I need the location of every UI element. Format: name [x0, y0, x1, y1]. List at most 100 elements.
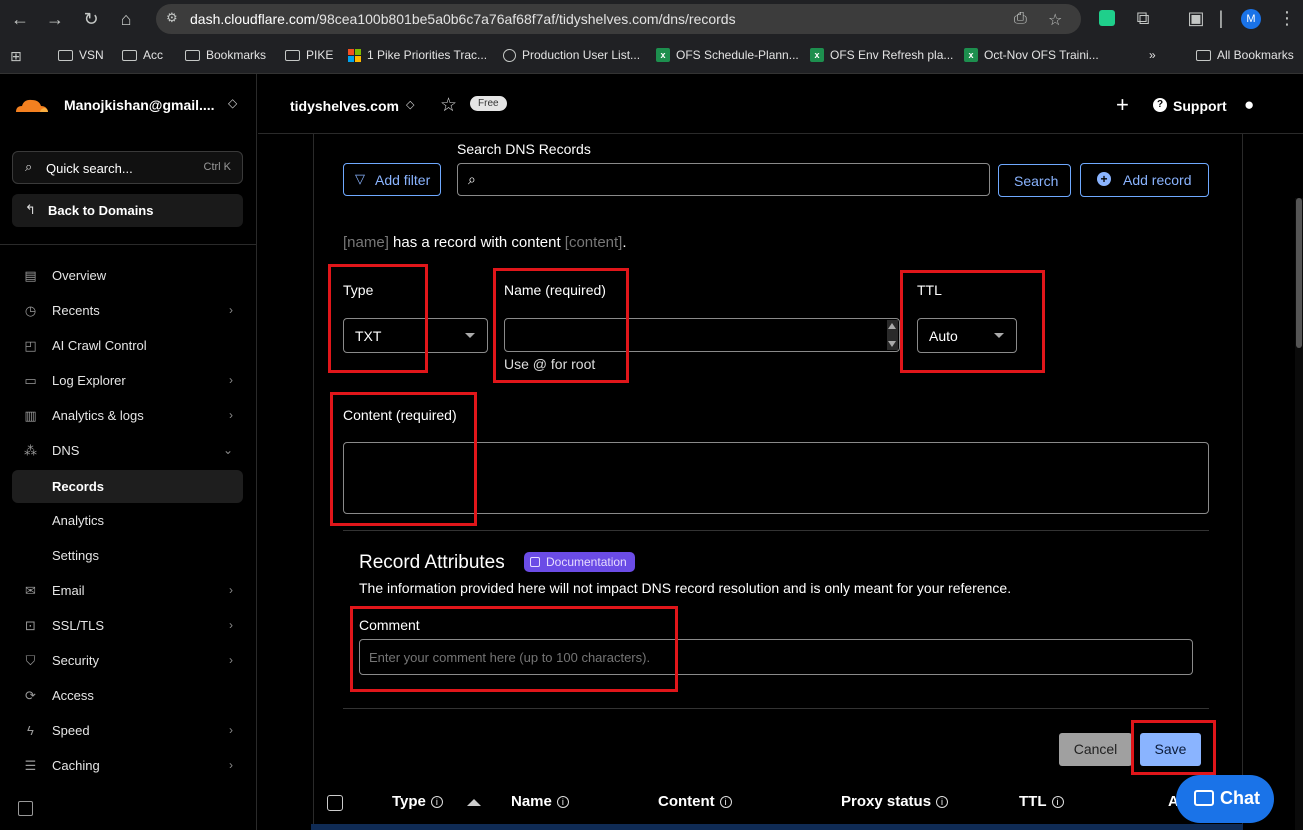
- sidebar-item-access[interactable]: ⟳ Access: [12, 679, 243, 712]
- sort-ascending-icon[interactable]: [467, 799, 481, 806]
- add-filter-button[interactable]: ▽ Add filter: [343, 163, 441, 196]
- bookmark-all-bookmarks[interactable]: All Bookmarks: [1196, 48, 1294, 62]
- chevron-right-icon: ›: [229, 303, 233, 317]
- sidebar-item-dns[interactable]: ⁂ DNS ⌄: [12, 434, 243, 467]
- home-icon[interactable]: ⌂: [114, 7, 138, 31]
- plan-badge: Free: [470, 96, 507, 111]
- sidebar-item-dns-analytics[interactable]: Analytics: [12, 504, 243, 537]
- reload-icon[interactable]: ↻: [79, 7, 103, 31]
- document-icon: ▤: [24, 268, 37, 283]
- bookmark-acc[interactable]: Acc: [122, 48, 163, 62]
- browser-toolbar: ← → ↻ ⌂ ⚙ dash.cloudflare.com/98cea100b8…: [0, 0, 1303, 38]
- search-button[interactable]: Search: [998, 164, 1071, 197]
- back-label: Back to Domains: [48, 203, 154, 218]
- add-icon[interactable]: +: [1116, 92, 1129, 118]
- sidebar-item-speed[interactable]: ϟ Speed ›: [12, 714, 243, 747]
- annotation-name: [493, 268, 629, 383]
- plus-circle-icon: +: [1097, 172, 1111, 186]
- chevron-up-down-icon[interactable]: ◇: [406, 98, 414, 111]
- add-record-button[interactable]: + Add record: [1080, 163, 1209, 197]
- search-icon: ⌕: [25, 159, 33, 174]
- collapse-sidebar-icon[interactable]: [18, 801, 33, 816]
- sidebar-item-dns-settings[interactable]: Settings: [12, 539, 243, 572]
- sidebar-item-caching[interactable]: ☰ Caching ›: [12, 749, 243, 782]
- sidebar-item-ai-crawl-control[interactable]: ◰ AI Crawl Control: [12, 329, 243, 362]
- search-dns-input[interactable]: ⌕: [457, 163, 990, 196]
- lightning-icon: ϟ: [27, 723, 34, 738]
- column-header-name[interactable]: Name i: [511, 793, 569, 810]
- chat-button[interactable]: Chat: [1176, 775, 1274, 823]
- info-icon: i: [556, 796, 569, 808]
- cloudflare-logo-icon: [16, 99, 48, 112]
- sidebar-item-log-explorer[interactable]: ▭ Log Explorer ›: [12, 364, 243, 397]
- browser-menu-icon[interactable]: ⋮: [1275, 6, 1299, 30]
- excel-icon: x: [964, 48, 978, 62]
- profile-avatar[interactable]: M: [1241, 9, 1261, 29]
- bookmark-ofs-env-refresh[interactable]: x OFS Env Refresh pla...: [810, 48, 953, 62]
- zone-name[interactable]: tidyshelves.com: [290, 98, 399, 114]
- sidebar-item-ssl-tls[interactable]: ⊡ SSL/TLS ›: [12, 609, 243, 642]
- favorite-star-icon[interactable]: ☆: [440, 94, 457, 117]
- chevron-right-icon: ›: [229, 583, 233, 597]
- chevron-up-down-icon[interactable]: ◇: [228, 96, 237, 110]
- bookmark-pike[interactable]: PIKE: [285, 48, 333, 62]
- sidebar-item-security[interactable]: ⛉ Security ›: [12, 644, 243, 677]
- folder-icon: [58, 49, 73, 61]
- address-bar[interactable]: ⚙ dash.cloudflare.com/98cea100b801be5a0b…: [156, 4, 1081, 34]
- back-arrow-icon[interactable]: ←: [8, 7, 32, 31]
- caret-down-icon: [465, 333, 475, 338]
- cancel-button[interactable]: Cancel: [1059, 733, 1132, 766]
- annotation-content: [330, 392, 477, 526]
- column-header-ttl[interactable]: TTL i: [1019, 793, 1064, 810]
- back-arrow-icon: ↰: [25, 202, 36, 217]
- extension-icon[interactable]: [1099, 10, 1115, 26]
- reading-list-icon[interactable]: ▣: [1184, 6, 1208, 30]
- url-host: dash.cloudflare.com: [190, 11, 316, 27]
- column-header-type[interactable]: Type i: [392, 793, 443, 810]
- folder-icon: [1196, 49, 1211, 61]
- bookmarks-overflow[interactable]: »: [1149, 48, 1156, 62]
- scrollbar-thumb[interactable]: [1296, 198, 1302, 348]
- install-app-icon[interactable]: ⎙: [1014, 10, 1027, 28]
- bookmark-production-user-list[interactable]: Production User List...: [503, 48, 640, 62]
- back-to-domains-button[interactable]: ↰ Back to Domains: [12, 194, 243, 227]
- support-button[interactable]: Support: [1173, 98, 1227, 114]
- bookmark-oct-nov-training[interactable]: x Oct-Nov OFS Traini...: [964, 48, 1099, 62]
- column-header-content[interactable]: Content i: [658, 793, 732, 810]
- chevron-right-icon: ›: [229, 618, 233, 632]
- sidebar-item-email[interactable]: ✉ Email ›: [12, 574, 243, 607]
- mail-icon: ✉: [25, 583, 36, 598]
- bookmark-ofs-schedule[interactable]: x OFS Schedule-Plann...: [656, 48, 799, 62]
- documentation-link[interactable]: Documentation: [524, 552, 635, 572]
- user-icon[interactable]: ●: [1244, 95, 1254, 115]
- chevron-right-icon: ›: [229, 373, 233, 387]
- account-name[interactable]: Manojkishan@gmail....: [64, 97, 215, 113]
- chart-icon: ▥: [24, 408, 37, 423]
- globe-icon: [503, 48, 516, 62]
- sidebar-item-overview[interactable]: ▤ Overview: [12, 259, 243, 292]
- column-header-proxy-status[interactable]: Proxy status i: [841, 793, 949, 810]
- url-path: /98cea100b801be5a0b6c7a76af68f7af/tidysh…: [315, 11, 736, 27]
- sidebar-item-recents[interactable]: ◷ Recents ›: [12, 294, 243, 327]
- quick-search-button[interactable]: ⌕ Quick search... Ctrl K: [12, 151, 243, 184]
- microsoft-icon: [348, 48, 361, 62]
- chat-bubble-icon: [1194, 790, 1214, 806]
- site-info-icon[interactable]: ⚙: [166, 10, 178, 26]
- spinner-icon[interactable]: [887, 320, 898, 350]
- bookmark-pike-priorities[interactable]: 1 Pike Priorities Trac...: [348, 48, 487, 62]
- apps-grid-icon[interactable]: ⊞: [10, 48, 22, 65]
- forward-arrow-icon[interactable]: →: [43, 7, 67, 31]
- sidebar-item-records[interactable]: Records: [12, 470, 243, 503]
- chevron-right-icon: ›: [229, 758, 233, 772]
- bookmarks-bar: ⊞ VSN Acc Bookmarks PIKE 1 Pike Prioriti…: [0, 38, 1303, 74]
- access-icon: ⟳: [25, 688, 36, 703]
- chevron-right-icon: ›: [229, 723, 233, 737]
- bookmark-bookmarks[interactable]: Bookmarks: [185, 48, 266, 62]
- bookmark-star-icon[interactable]: ☆: [1048, 10, 1062, 30]
- select-all-checkbox[interactable]: [327, 795, 343, 811]
- annotation-comment: [350, 606, 678, 692]
- record-preview: [name] has a record with content [conten…: [343, 234, 627, 251]
- sidebar-item-analytics-logs[interactable]: ▥ Analytics & logs ›: [12, 399, 243, 432]
- bookmark-vsn[interactable]: VSN: [58, 48, 104, 62]
- extensions-puzzle-icon[interactable]: ⧉: [1131, 6, 1155, 30]
